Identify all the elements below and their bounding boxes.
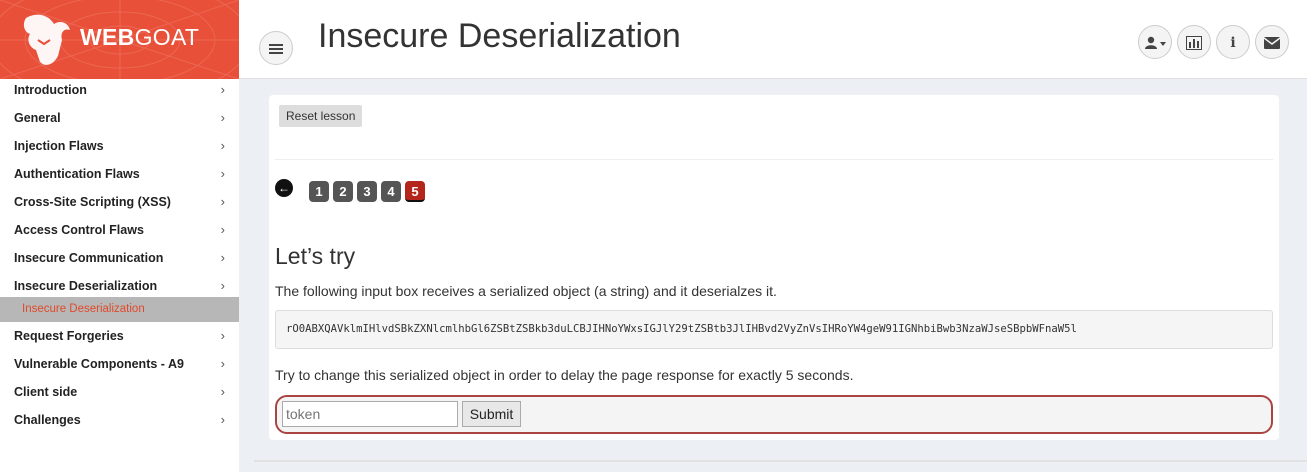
chevron-right-icon: › (220, 356, 225, 371)
chevron-right-icon: › (220, 194, 225, 209)
logo-text: WEBGOAT (80, 24, 200, 50)
chevron-right-icon: › (220, 166, 225, 181)
sidebar-item-injection-flaws[interactable]: Injection Flaws › (0, 135, 239, 163)
hamburger-icon (269, 44, 283, 54)
previous-page-button[interactable]: ← (275, 179, 293, 197)
sidebar-item-label: Authentication Flaws (14, 167, 140, 181)
reset-lesson-button[interactable]: Reset lesson (279, 105, 363, 127)
report-card-button[interactable] (1177, 25, 1211, 59)
sidebar: Introduction › General › Injection Flaws › … (0, 79, 239, 472)
sidebar-item-introduction[interactable]: Introduction › (0, 79, 239, 107)
sidebar-item-label: Insecure Communication (14, 251, 164, 265)
chevron-right-icon: › (220, 278, 225, 293)
sidebar-subitem-insecure-deserialization[interactable]: Insecure Deserialization (0, 297, 239, 322)
chevron-right-icon: › (220, 328, 225, 343)
sidebar-item-insecure-communication[interactable]: Insecure Communication › (0, 247, 239, 275)
chevron-right-icon: › (220, 110, 225, 125)
envelope-icon (1263, 37, 1281, 49)
chevron-right-icon: › (220, 138, 225, 153)
token-input[interactable] (282, 401, 458, 427)
page-link-5-active[interactable]: 5 (405, 181, 425, 202)
chevron-right-icon: › (220, 250, 225, 265)
chevron-right-icon: › (220, 222, 225, 237)
page-title: Insecure Deserialization (318, 17, 681, 55)
sidebar-item-label: General (14, 111, 61, 125)
sidebar-item-label: Request Forgeries (14, 329, 124, 343)
info-icon: i (1230, 35, 1236, 51)
lesson-description: The following input box receives a seria… (275, 283, 777, 299)
sidebar-item-label: Insecure Deserialization (14, 279, 158, 293)
contact-button[interactable] (1255, 25, 1289, 59)
chart-icon (1186, 36, 1202, 50)
user-dropdown-icon (1145, 36, 1166, 49)
sidebar-item-label: Introduction (14, 83, 87, 97)
sidebar-item-xss[interactable]: Cross-Site Scripting (XSS) › (0, 191, 239, 219)
sidebar-item-label: Access Control Flaws (14, 223, 144, 237)
goat-logo-icon (23, 14, 70, 65)
lesson-instruction: Try to change this serialized object in … (275, 367, 854, 383)
submit-button[interactable]: Submit (462, 401, 521, 427)
header: Insecure Deserialization i (239, 0, 1307, 79)
serialized-object-code: rO0ABXQAVklmIHlvdSBkZXNlcmlhbGl6ZSBtZSBk… (275, 310, 1273, 349)
sidebar-item-insecure-deserialization[interactable]: Insecure Deserialization › (0, 275, 239, 297)
sidebar-item-access-control-flaws[interactable]: Access Control Flaws › (0, 219, 239, 247)
section-heading: Let’s try (275, 243, 356, 269)
page-link-1[interactable]: 1 (309, 181, 329, 202)
sidebar-item-label: Vulnerable Components - A9 (14, 357, 184, 371)
sidebar-item-challenges[interactable]: Challenges › (0, 409, 239, 437)
sidebar-item-label: Challenges (14, 413, 81, 427)
footer-divider (254, 460, 1307, 462)
sidebar-item-label: Injection Flaws (14, 139, 104, 153)
divider (275, 159, 1273, 160)
logo-bar: WEBGOAT (0, 0, 239, 79)
sidebar-item-client-side[interactable]: Client side › (0, 381, 239, 409)
sidebar-item-general[interactable]: General › (0, 107, 239, 135)
sidebar-item-authentication-flaws[interactable]: Authentication Flaws › (0, 163, 239, 191)
sidebar-item-label: Client side (14, 385, 78, 399)
lesson-panel: Reset lesson ← 1 2 3 4 5 Let’s try The f… (269, 95, 1279, 440)
page-link-3[interactable]: 3 (357, 181, 377, 202)
page-link-2[interactable]: 2 (333, 181, 353, 202)
user-menu-button[interactable] (1138, 25, 1172, 59)
chevron-right-icon: › (220, 412, 225, 427)
about-button[interactable]: i (1216, 25, 1250, 59)
chevron-right-icon: › (220, 82, 225, 97)
arrow-left-icon: ← (278, 181, 290, 195)
page-link-4[interactable]: 4 (381, 181, 401, 202)
sidebar-item-vulnerable-components[interactable]: Vulnerable Components - A9 › (0, 353, 239, 381)
attack-form: Submit (275, 395, 1273, 434)
sidebar-item-request-forgeries[interactable]: Request Forgeries › (0, 325, 239, 353)
chevron-right-icon: › (220, 384, 225, 399)
menu-toggle-button[interactable] (259, 31, 293, 65)
sidebar-item-label: Cross-Site Scripting (XSS) (14, 195, 171, 209)
